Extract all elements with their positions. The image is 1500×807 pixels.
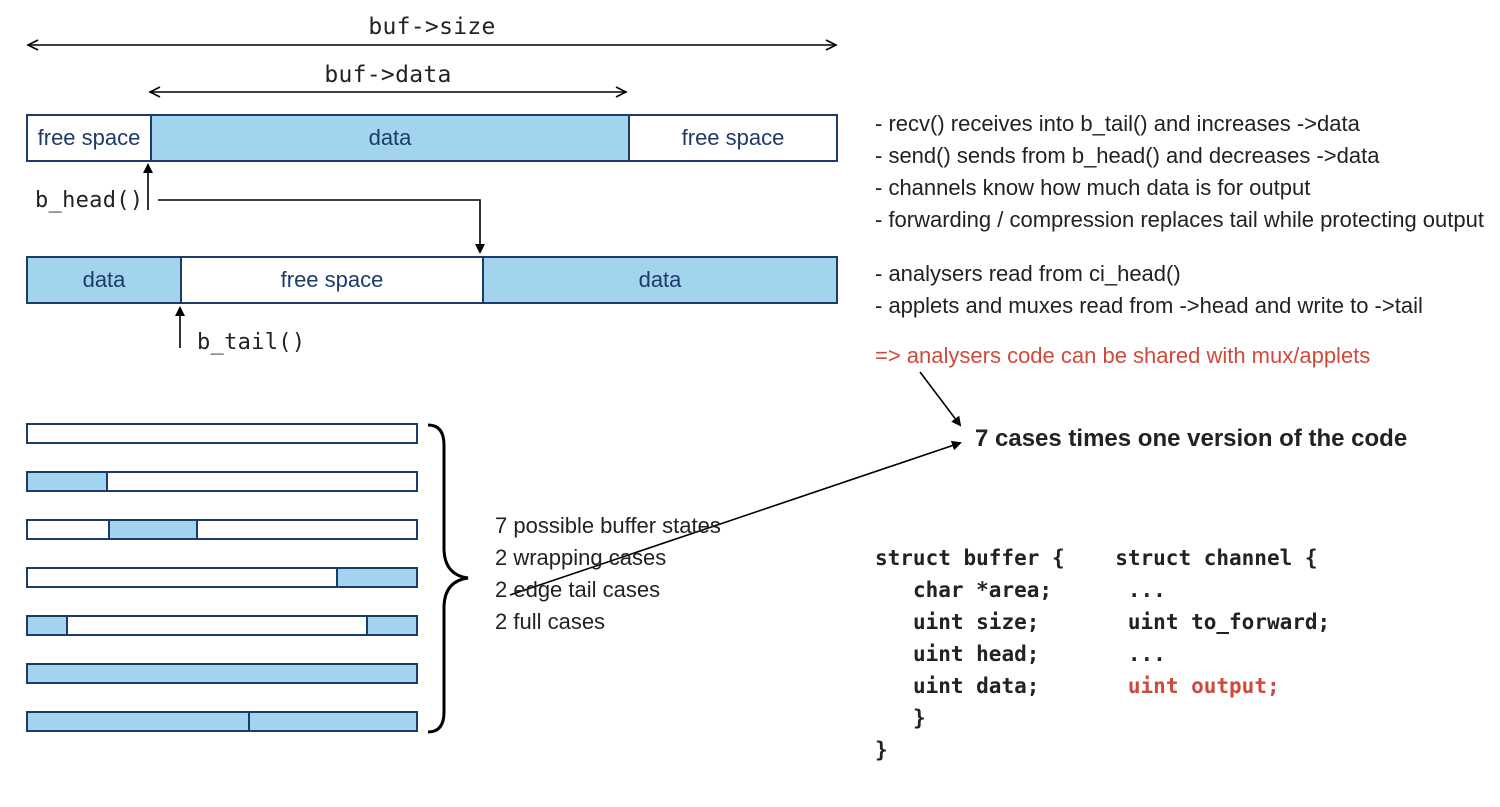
buffer-open: struct buffer { xyxy=(875,546,1065,570)
bar1-free-left: free space xyxy=(28,116,150,160)
states-line-2: 2 wrapping cases xyxy=(495,542,721,574)
bullet-send: - send() sends from b_head() and decreas… xyxy=(875,140,1484,172)
states-line-1: 7 possible buffer states xyxy=(495,510,721,542)
channel-dots1: ... xyxy=(1128,578,1166,602)
headline: 7 cases times one version of the code xyxy=(975,425,1407,453)
state-bar-wrapped xyxy=(26,615,418,636)
buf-data-label: buf->data xyxy=(148,62,628,88)
bullet-analysers: - analysers read from ci_head() xyxy=(875,258,1423,290)
bullets-top: - recv() receives into b_tail() and incr… xyxy=(875,108,1484,236)
bar1-free-right: free space xyxy=(630,116,836,160)
bullet-channels: - channels know how much data is for out… xyxy=(875,172,1484,204)
states-line-3: 2 edge tail cases xyxy=(495,574,721,606)
buffer-close2: } xyxy=(875,738,888,762)
buffer-bar-1: free space data free space xyxy=(26,114,838,162)
code-block: struct buffer { struct channel { char *a… xyxy=(875,510,1330,766)
buf-size-label: buf->size xyxy=(26,14,838,40)
state-bar-middle xyxy=(26,519,418,540)
state-bar-empty xyxy=(26,423,418,444)
channel-dots2: ... xyxy=(1128,642,1166,666)
conclusion: => analysers code can be shared with mux… xyxy=(875,340,1370,372)
buffer-size: uint size; xyxy=(913,610,1039,634)
buffer-head: uint head; xyxy=(913,642,1039,666)
bullets-mid: - analysers read from ci_head() - applet… xyxy=(875,258,1423,322)
states-caption: 7 possible buffer states 2 wrapping case… xyxy=(495,510,721,638)
channel-tofwd: uint to_forward; xyxy=(1128,610,1330,634)
b-tail-label: b_tail() xyxy=(197,330,305,355)
buffer-area: char *area; xyxy=(913,578,1052,602)
bar2-data-right: data xyxy=(482,258,836,302)
buffer-bar-2: data free space data xyxy=(26,256,838,304)
bar2-free: free space xyxy=(182,258,482,302)
state-bar-full-2 xyxy=(26,711,418,732)
bar1-data: data xyxy=(150,116,630,160)
bullet-applets: - applets and muxes read from ->head and… xyxy=(875,290,1423,322)
state-bar-head-partial xyxy=(26,471,418,492)
bullet-fwd: - forwarding / compression replaces tail… xyxy=(875,204,1484,236)
channel-output: uint output; xyxy=(1128,674,1280,698)
state-bar-full-1 xyxy=(26,663,418,684)
states-line-4: 2 full cases xyxy=(495,606,721,638)
channel-open: struct channel { xyxy=(1115,546,1317,570)
bullet-recv: - recv() receives into b_tail() and incr… xyxy=(875,108,1484,140)
bar2-data-left: data xyxy=(28,258,182,302)
b-head-label: b_head() xyxy=(35,188,143,213)
state-bar-tail xyxy=(26,567,418,588)
buffer-close: } xyxy=(913,706,926,730)
buffer-data: uint data; xyxy=(913,674,1039,698)
